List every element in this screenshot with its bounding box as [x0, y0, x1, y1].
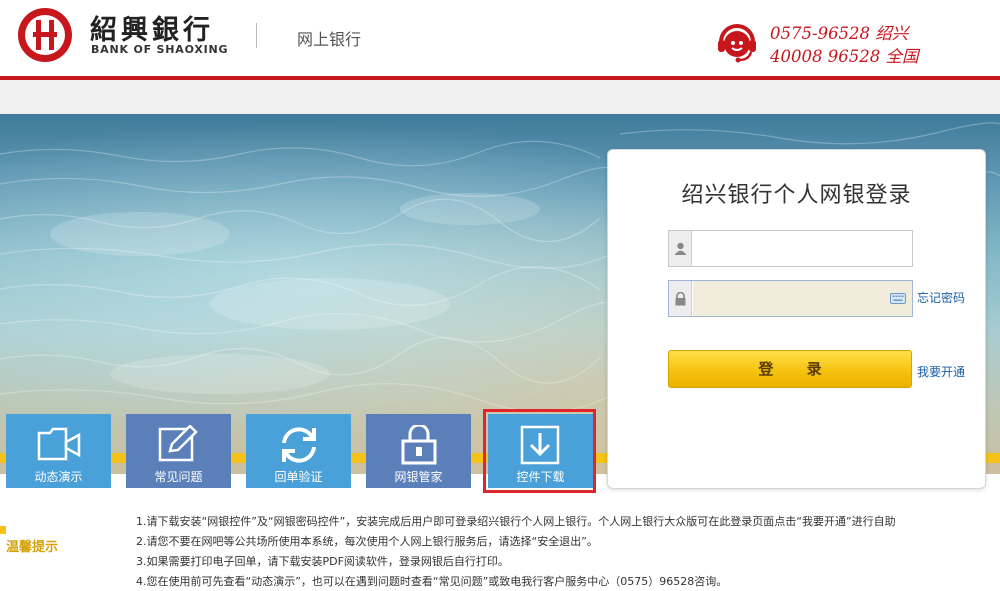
- tile-label: 常见问题: [154, 470, 203, 484]
- login-title: 绍兴银行个人网银登录: [681, 183, 912, 208]
- tile-faq[interactable]: 常见问题: [126, 414, 231, 488]
- header: 紹興銀行 BANK OF SHAOXING 网上银行 0575-96528 绍兴…: [0, 0, 1000, 78]
- tip-item: 3.如果需要打印电子回单，请下载安装PDF阅读软件，登录网银后自行打印。: [136, 555, 509, 568]
- tile-demo[interactable]: 动态演示: [6, 414, 111, 488]
- tip-item: 2.请您不要在网吧等公共场所使用本系统，每次使用个人网上银行服务后，请选择“安全…: [136, 535, 598, 548]
- user-icon: [669, 231, 692, 266]
- page: 紹興銀行 BANK OF SHAOXING 网上银行 0575-96528 绍兴…: [0, 0, 1000, 591]
- tips-label: 温馨提示: [6, 540, 59, 555]
- brand-name-en: BANK OF SHAOXING: [91, 43, 229, 56]
- tile-label: 网银管家: [394, 470, 443, 484]
- tips-list: 1.请下载安装“网银控件”及“网银密码控件”，安装完成后用户即可登录绍兴银行个人…: [136, 512, 896, 591]
- forgot-password-link[interactable]: 忘记密码: [917, 289, 965, 306]
- refresh-icon: [282, 427, 316, 463]
- edit-pencil-icon: [158, 425, 198, 462]
- header-gray-strip: [0, 80, 1000, 114]
- username-input[interactable]: [693, 231, 912, 266]
- password-input[interactable]: [693, 281, 912, 316]
- tip-item: 1.请下载安装“网银控件”及“网银密码控件”，安装完成后用户即可登录绍兴银行个人…: [136, 515, 896, 528]
- lock-icon: [401, 425, 437, 465]
- video-camera-icon: [37, 427, 81, 461]
- customer-service-icon: [718, 24, 756, 63]
- tile-label: 回单验证: [274, 470, 323, 484]
- lock-icon: [669, 281, 692, 316]
- tile-receipt-verify[interactable]: 回单验证: [246, 414, 351, 488]
- username-field: [668, 230, 913, 267]
- keyboard-icon[interactable]: [890, 293, 906, 304]
- header-subtitle: 网上银行: [297, 30, 362, 49]
- login-button[interactable]: 登 录: [668, 350, 912, 388]
- header-divider: [256, 23, 257, 48]
- tip-item: 4.您在使用前可先查看“动态演示”，也可以在遇到问题时查看“常见问题”或致电我行…: [136, 575, 728, 588]
- brand-name-cn: 紹興銀行: [90, 15, 214, 46]
- open-account-link[interactable]: 我要开通: [917, 363, 965, 380]
- tips-marker: [0, 526, 6, 534]
- bank-logo-icon: [18, 8, 72, 62]
- hotline-national: 40008 96528 全国: [770, 47, 919, 66]
- login-card: 绍兴银行个人网银登录 忘记密码 登 录 我要开通: [607, 149, 986, 489]
- tile-label: 动态演示: [34, 470, 83, 484]
- download-tile-highlight: [483, 409, 596, 493]
- tile-ebank-manager[interactable]: 网银管家: [366, 414, 471, 488]
- password-field: [668, 280, 913, 317]
- hotline-local: 0575-96528 绍兴: [770, 24, 909, 43]
